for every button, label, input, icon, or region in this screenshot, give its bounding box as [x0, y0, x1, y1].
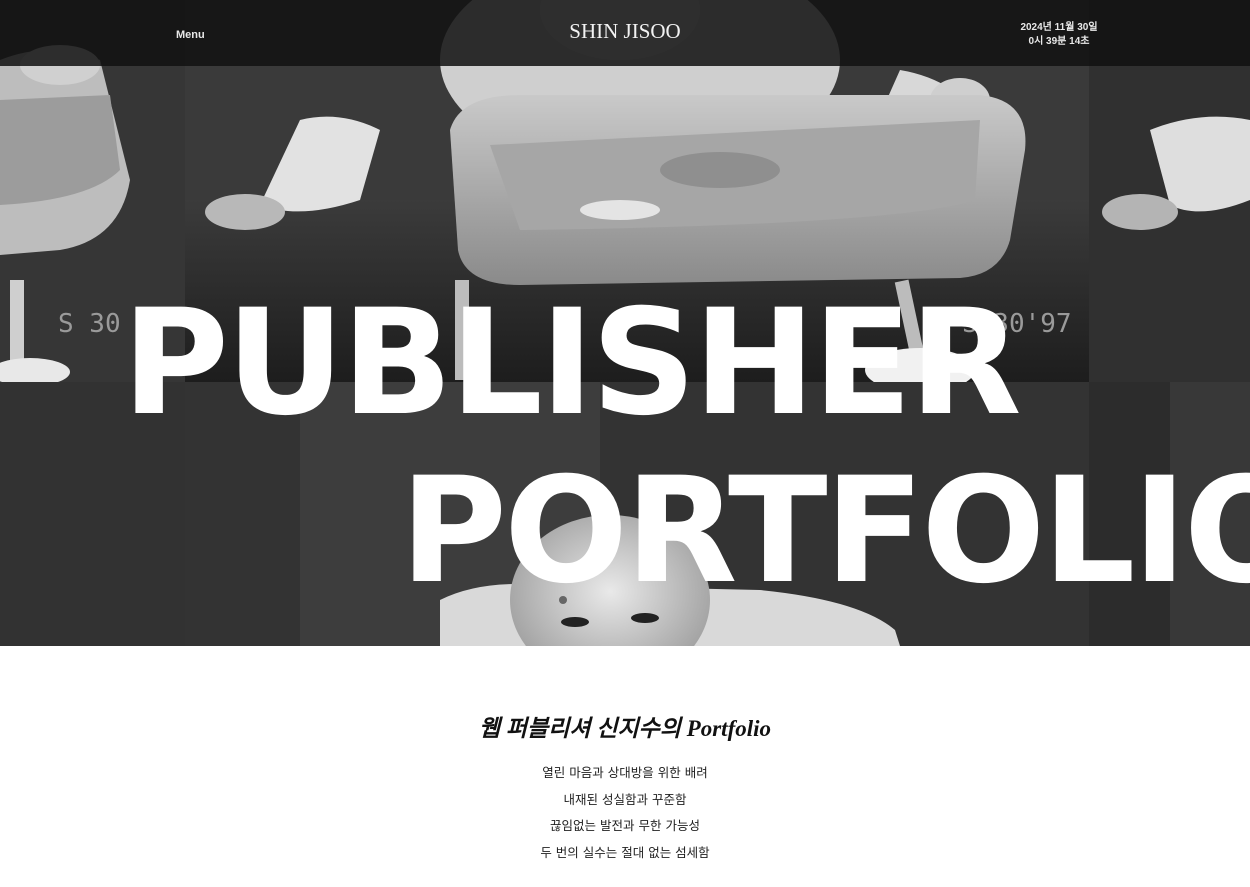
- intro-title: 웹 퍼블리셔 신지수의 Portfolio: [478, 716, 772, 741]
- clock-time: 0시 39분 14초: [1028, 36, 1090, 47]
- intro-line: 끊임없는 발전과 무한 가능성: [550, 818, 700, 833]
- intro-line: 열린 마음과 상대방을 위한 배려: [542, 765, 708, 780]
- hero-section: S 30 S 30'97 PUBLISHER PORTFOLIO: [0, 0, 1250, 646]
- site-header: Menu SHIN JISOO 2024년 11월 30일 0시 39분 14초: [0, 0, 1250, 66]
- svg-text:S 30: S 30: [58, 309, 121, 339]
- intro-section: 웹 퍼블리셔 신지수의 Portfolio 열린 마음과 상대방을 위한 배려 …: [0, 646, 1250, 887]
- hero-headline-portfolio: PORTFOLIO: [400, 446, 1250, 616]
- clock-date: 2024년 11월 30일: [1020, 22, 1098, 33]
- hero-headline-publisher: PUBLISHER: [122, 278, 1022, 448]
- live-clock: 2024년 11월 30일 0시 39분 14초: [1000, 21, 1118, 49]
- intro-lines: 열린 마음과 상대방을 위한 배려 내재된 성실함과 꾸준함 끊임없는 발전과 …: [0, 760, 1250, 866]
- intro-line: 두 번의 실수는 절대 없는 섬세함: [540, 844, 710, 860]
- intro-line: 내재된 성실함과 꾸준함: [563, 791, 687, 807]
- logo-text[interactable]: SHIN JISOO: [569, 19, 680, 43]
